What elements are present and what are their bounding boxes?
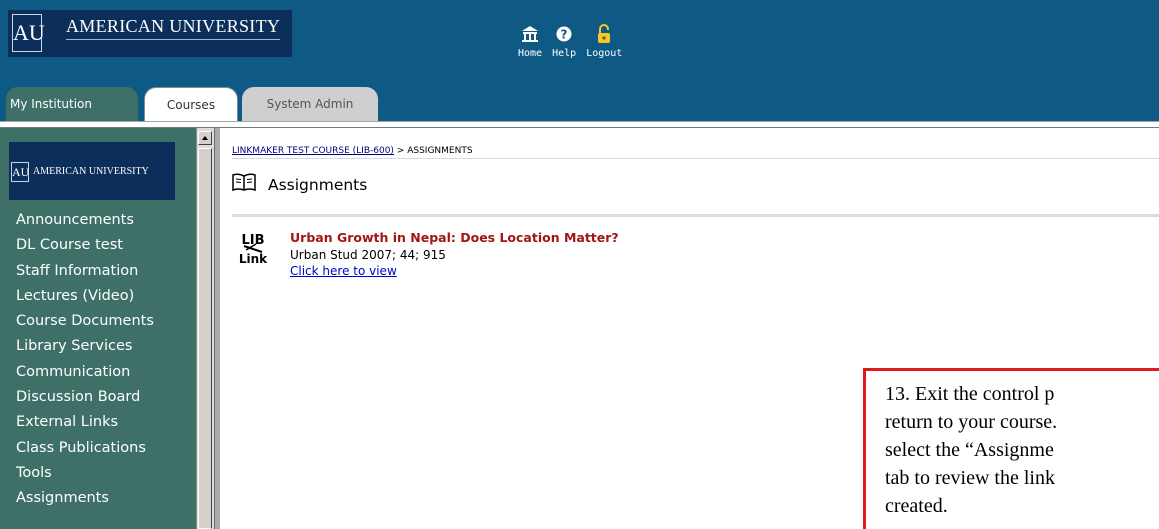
callout-line: tab to review the link: [885, 467, 1055, 489]
title-divider: [232, 214, 1159, 217]
tab-my-institution[interactable]: My Institution: [6, 87, 138, 121]
assignment-title: Urban Growth in Nepal: Does Location Mat…: [290, 230, 619, 245]
breadcrumb: LINKMAKER TEST COURSE (LIB-600) > ASSIGN…: [232, 146, 1159, 159]
callout-line: return to your course.: [885, 411, 1058, 433]
breadcrumb-separator: >: [393, 146, 408, 156]
callout-line: 13. Exit the control p: [885, 383, 1055, 405]
tab-system-admin[interactable]: System Admin: [242, 87, 378, 121]
top-nav: Home ? Help Logout: [518, 24, 622, 68]
page-title: Assignments: [268, 175, 368, 194]
liblink-icon-bottom: Link: [239, 252, 268, 266]
lock-icon: [594, 24, 614, 44]
home-icon: [520, 24, 540, 44]
header-divider: [0, 121, 1159, 128]
sidebar-item-tools[interactable]: Tools: [16, 463, 154, 488]
course-sidebar: AU AMERICAN UNIVERSITY Announcements DL …: [0, 128, 196, 529]
university-logo[interactable]: AU AMERICAN UNIVERSITY: [8, 10, 292, 57]
breadcrumb-current: ASSIGNMENTS: [407, 146, 473, 156]
scroll-thumb[interactable]: [198, 148, 212, 529]
liblink-icon: LIB Link: [236, 230, 270, 268]
sidebar-scrollbar[interactable]: [196, 128, 214, 529]
logout-button[interactable]: Logout: [586, 24, 622, 68]
tab-courses[interactable]: Courses: [144, 87, 238, 121]
scroll-up-arrow-icon[interactable]: [198, 131, 212, 145]
sidebar-item-dl-course-test[interactable]: DL Course test: [16, 235, 154, 260]
help-label: Help: [552, 48, 577, 59]
book-icon: [232, 172, 256, 197]
sidebar-item-external-links[interactable]: External Links: [16, 412, 154, 437]
blackboard-window: AU AMERICAN UNIVERSITY Home ? Help Logou…: [0, 0, 1159, 529]
callout-line: created.: [885, 495, 948, 517]
sidebar-item-class-publications[interactable]: Class Publications: [16, 438, 154, 463]
instruction-callout: 13. Exit the control p return to your co…: [863, 368, 1159, 529]
home-button[interactable]: Home: [518, 24, 542, 68]
view-link[interactable]: Click here to view: [290, 264, 397, 278]
sidebar-item-communication[interactable]: Communication: [16, 362, 154, 387]
breadcrumb-course-link[interactable]: LINKMAKER TEST COURSE (LIB-600): [232, 146, 394, 156]
banner-logo-mark: AU: [11, 162, 29, 182]
tab-bar: My Institution Courses System Admin: [0, 83, 1159, 121]
course-banner: AU AMERICAN UNIVERSITY: [9, 142, 175, 200]
course-menu: Announcements DL Course test Staff Infor…: [16, 210, 154, 514]
sidebar-item-course-documents[interactable]: Course Documents: [16, 311, 154, 336]
sidebar-item-staff-information[interactable]: Staff Information: [16, 261, 154, 286]
help-icon: ?: [554, 24, 574, 44]
home-label: Home: [518, 48, 543, 59]
assignment-citation: Urban Stud 2007; 44; 915: [290, 248, 446, 262]
page-header: Assignments: [232, 172, 367, 197]
svg-text:?: ?: [561, 28, 568, 42]
help-button[interactable]: ? Help: [552, 24, 576, 68]
sidebar-item-assignments[interactable]: Assignments: [16, 488, 154, 513]
banner-logo-text: AMERICAN UNIVERSITY: [33, 166, 149, 177]
logo-text: AMERICAN UNIVERSITY: [66, 16, 281, 40]
callout-line: select the “Assignme: [885, 439, 1054, 461]
sidebar-item-discussion-board[interactable]: Discussion Board: [16, 387, 154, 412]
logout-label: Logout: [586, 48, 623, 59]
logo-mark: AU: [12, 14, 45, 52]
top-header: AU AMERICAN UNIVERSITY Home ? Help Logou…: [0, 0, 1159, 83]
sidebar-item-lectures-video[interactable]: Lectures (Video): [16, 286, 154, 311]
sidebar-item-library-services[interactable]: Library Services: [16, 336, 154, 361]
sidebar-item-announcements[interactable]: Announcements: [16, 210, 154, 235]
